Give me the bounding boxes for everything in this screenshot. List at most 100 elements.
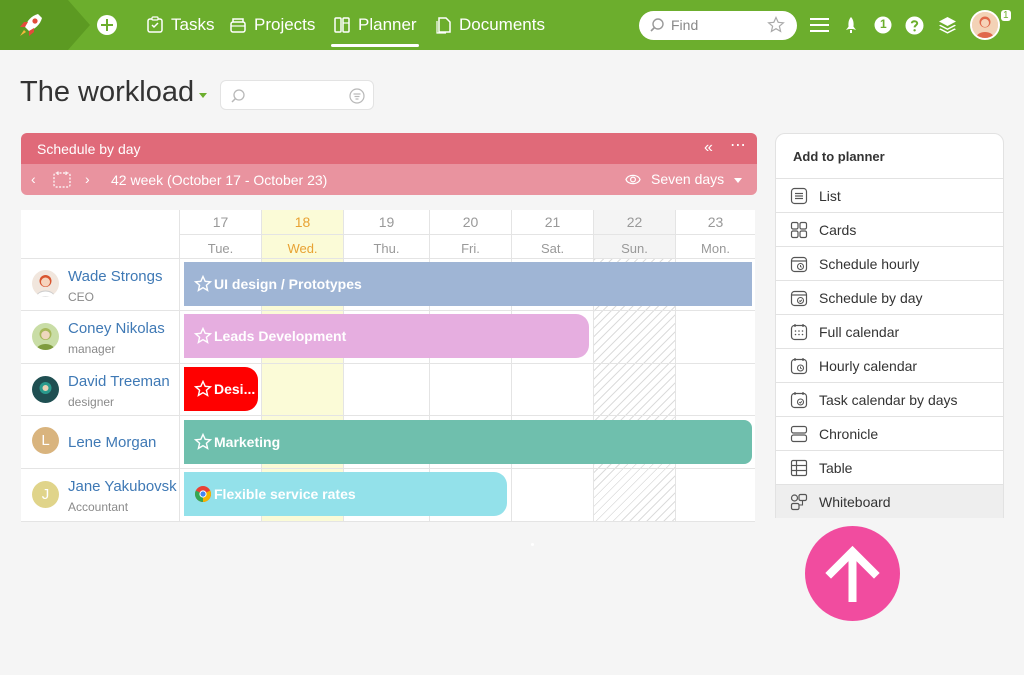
- more-options-icon[interactable]: ⋯: [730, 138, 747, 154]
- layers-icon: [939, 17, 956, 34]
- task-label: Marketing: [214, 434, 281, 450]
- nav-planner[interactable]: Planner: [331, 0, 419, 50]
- range-dropdown-caret-icon[interactable]: [734, 178, 742, 183]
- user-photo-icon: [972, 12, 998, 38]
- launch-button[interactable]: [843, 0, 859, 50]
- filter-icon[interactable]: [349, 88, 365, 104]
- planner-option-label: Chronicle: [819, 425, 879, 442]
- header-divider: [179, 234, 755, 235]
- person-row[interactable]: David Treeman designer: [21, 363, 179, 415]
- planner-option-task-calendar-by-days[interactable]: Task calendar by days: [776, 382, 1003, 416]
- person-role: designer: [68, 395, 115, 409]
- list-icon: [790, 187, 808, 204]
- workload-search-input[interactable]: [220, 80, 374, 110]
- notifications-button[interactable]: 1: [874, 0, 892, 50]
- find-placeholder: Find: [671, 17, 699, 33]
- day-column: 23 Mon.: [675, 210, 755, 522]
- planner-option-full-calendar[interactable]: Full calendar: [776, 314, 1003, 348]
- star-icon: [194, 275, 212, 292]
- table-icon: [790, 459, 808, 476]
- day-number: 23: [707, 214, 724, 230]
- planner-option-schedule-hourly[interactable]: Schedule hourly: [776, 246, 1003, 280]
- next-week-chevron-icon[interactable]: ›: [85, 171, 90, 187]
- planner-option-whiteboard[interactable]: Whiteboard: [776, 484, 1003, 518]
- find-input[interactable]: Find: [639, 11, 797, 40]
- favorite-star-icon[interactable]: [767, 16, 785, 34]
- task-label: UI design / Prototypes: [214, 276, 362, 292]
- schedule-day-icon: [790, 290, 808, 306]
- planner-option-hourly-calendar[interactable]: Hourly calendar: [776, 348, 1003, 382]
- nav-documents[interactable]: Documents: [434, 0, 545, 50]
- documents-icon: [436, 17, 451, 34]
- nav-tasks-label: Tasks: [171, 15, 215, 34]
- rocket-logo-icon: [20, 14, 42, 36]
- chrome-icon: [194, 486, 212, 502]
- day-number: 19: [378, 214, 395, 230]
- week-label: 42 week (October 17 - October 23): [111, 172, 328, 188]
- hamburger-icon: [810, 18, 829, 32]
- task-bar[interactable]: Leads Development: [184, 314, 589, 358]
- nav-documents-label: Documents: [459, 15, 545, 34]
- person-name[interactable]: Wade Strongs: [68, 268, 163, 285]
- task-bar[interactable]: Marketing: [184, 420, 752, 464]
- avatar: L: [32, 427, 59, 454]
- day-name: Sat.: [540, 241, 565, 256]
- cards-icon: [790, 221, 808, 238]
- task-bar[interactable]: Flexible service rates: [184, 472, 507, 516]
- planner-option-cards[interactable]: Cards: [776, 212, 1003, 246]
- logo[interactable]: [0, 0, 68, 50]
- avatar: [32, 270, 59, 297]
- menu-button[interactable]: [810, 0, 829, 50]
- person-name[interactable]: Coney Nikolas: [68, 320, 165, 337]
- star-icon: [194, 433, 212, 450]
- person-row[interactable]: Coney Nikolas manager: [21, 310, 179, 363]
- scroll-to-top-button[interactable]: [805, 526, 900, 621]
- day-name: Tue.: [207, 241, 234, 256]
- planner-option-label: Table: [819, 459, 853, 476]
- person-role: Accountant: [68, 500, 129, 514]
- add-button[interactable]: [97, 15, 117, 35]
- person-row[interactable]: Wade Strongs CEO: [21, 258, 179, 310]
- person-name[interactable]: Lene Morgan: [68, 434, 156, 451]
- planner-option-chronicle[interactable]: Chronicle: [776, 416, 1003, 450]
- day-column: 21 Sat.: [511, 210, 593, 522]
- person-row[interactable]: J Jane Yakubovsk Accountant: [21, 468, 179, 521]
- planner-option-label: Schedule hourly: [819, 255, 920, 272]
- avatar: [32, 323, 59, 350]
- planner-option-label: List: [819, 187, 841, 204]
- range-selector[interactable]: Seven days: [651, 171, 724, 187]
- nav-projects-label: Projects: [254, 15, 316, 34]
- help-button[interactable]: [905, 0, 924, 50]
- top-bar: Tasks Projects Planner Documents Find 1 …: [0, 0, 1024, 50]
- layers-button[interactable]: [938, 0, 957, 50]
- tasks-icon: [147, 16, 163, 33]
- person-name[interactable]: Jane Yakubovsk: [68, 478, 177, 495]
- task-bar[interactable]: UI design / Prototypes: [184, 262, 752, 306]
- star-icon: [194, 380, 212, 397]
- task-label: Leads Development: [214, 328, 347, 344]
- avatar: [32, 376, 59, 403]
- person-role: CEO: [68, 290, 95, 304]
- task-bar[interactable]: Desi...: [184, 367, 258, 411]
- title-dropdown-caret-icon[interactable]: [199, 93, 207, 98]
- panel-title: Add to planner: [793, 149, 885, 164]
- day-name: Mon.: [701, 241, 730, 256]
- planner-option-list[interactable]: List: [776, 178, 1003, 212]
- nav-tasks[interactable]: Tasks: [146, 0, 214, 50]
- collapse-double-chevron-icon[interactable]: «: [704, 140, 713, 156]
- person-name[interactable]: David Treeman: [68, 373, 170, 390]
- user-avatar[interactable]: [970, 10, 1000, 40]
- planner-option-table[interactable]: Table: [776, 450, 1003, 484]
- nav-planner-label: Planner: [358, 15, 417, 34]
- add-to-planner-panel: Add to planner List Cards Schedule hourl…: [775, 133, 1004, 518]
- whiteboard-icon: [790, 493, 808, 510]
- day-name: Thu.: [373, 241, 400, 256]
- task-label: Flexible service rates: [214, 486, 356, 502]
- calendar-picker-icon[interactable]: [53, 171, 71, 188]
- person-row[interactable]: L Lene Morgan: [21, 415, 179, 468]
- task-calendar-icon: [790, 391, 808, 408]
- planner-option-schedule-by-day[interactable]: Schedule by day: [776, 280, 1003, 314]
- nav-projects[interactable]: Projects: [229, 0, 315, 50]
- day-number: 21: [544, 214, 561, 230]
- prev-week-chevron-icon[interactable]: ‹: [31, 171, 36, 187]
